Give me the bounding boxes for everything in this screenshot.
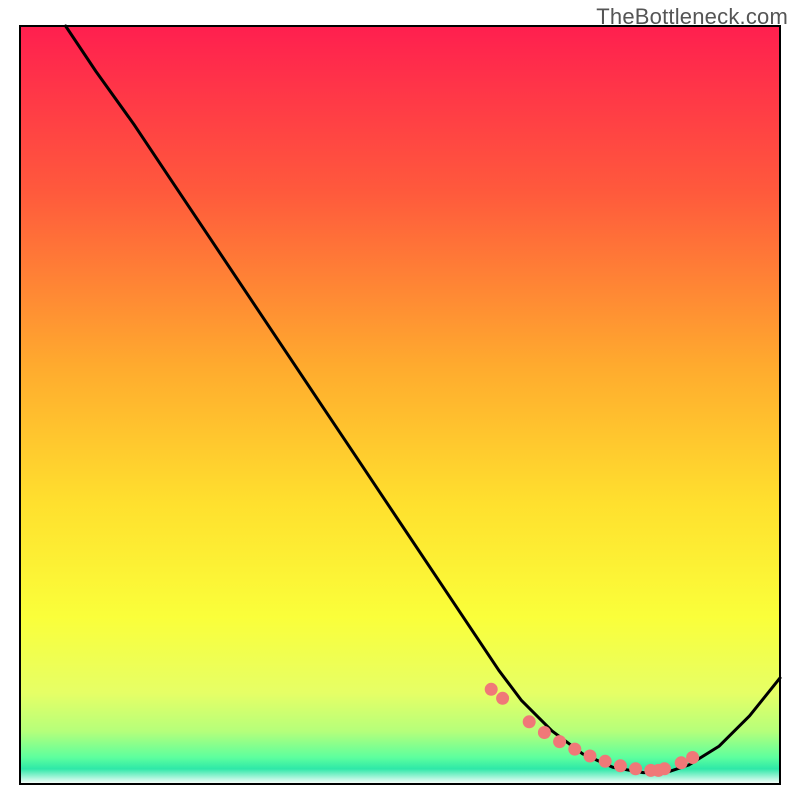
marker-dot <box>523 715 536 728</box>
marker-dot <box>584 750 597 763</box>
marker-dot <box>496 692 509 705</box>
marker-dot <box>538 726 551 739</box>
chart-container: TheBottleneck.com <box>0 0 800 800</box>
marker-dot <box>599 755 612 768</box>
marker-dot <box>675 756 688 769</box>
marker-dot <box>614 759 627 772</box>
marker-dot <box>629 762 642 775</box>
marker-dot <box>658 762 671 775</box>
plot-background <box>20 26 780 784</box>
watermark-text: TheBottleneck.com <box>596 4 788 30</box>
marker-dot <box>553 735 566 748</box>
chart-svg <box>0 0 800 800</box>
marker-dot <box>568 743 581 756</box>
marker-dot <box>485 683 498 696</box>
marker-dot <box>686 751 699 764</box>
